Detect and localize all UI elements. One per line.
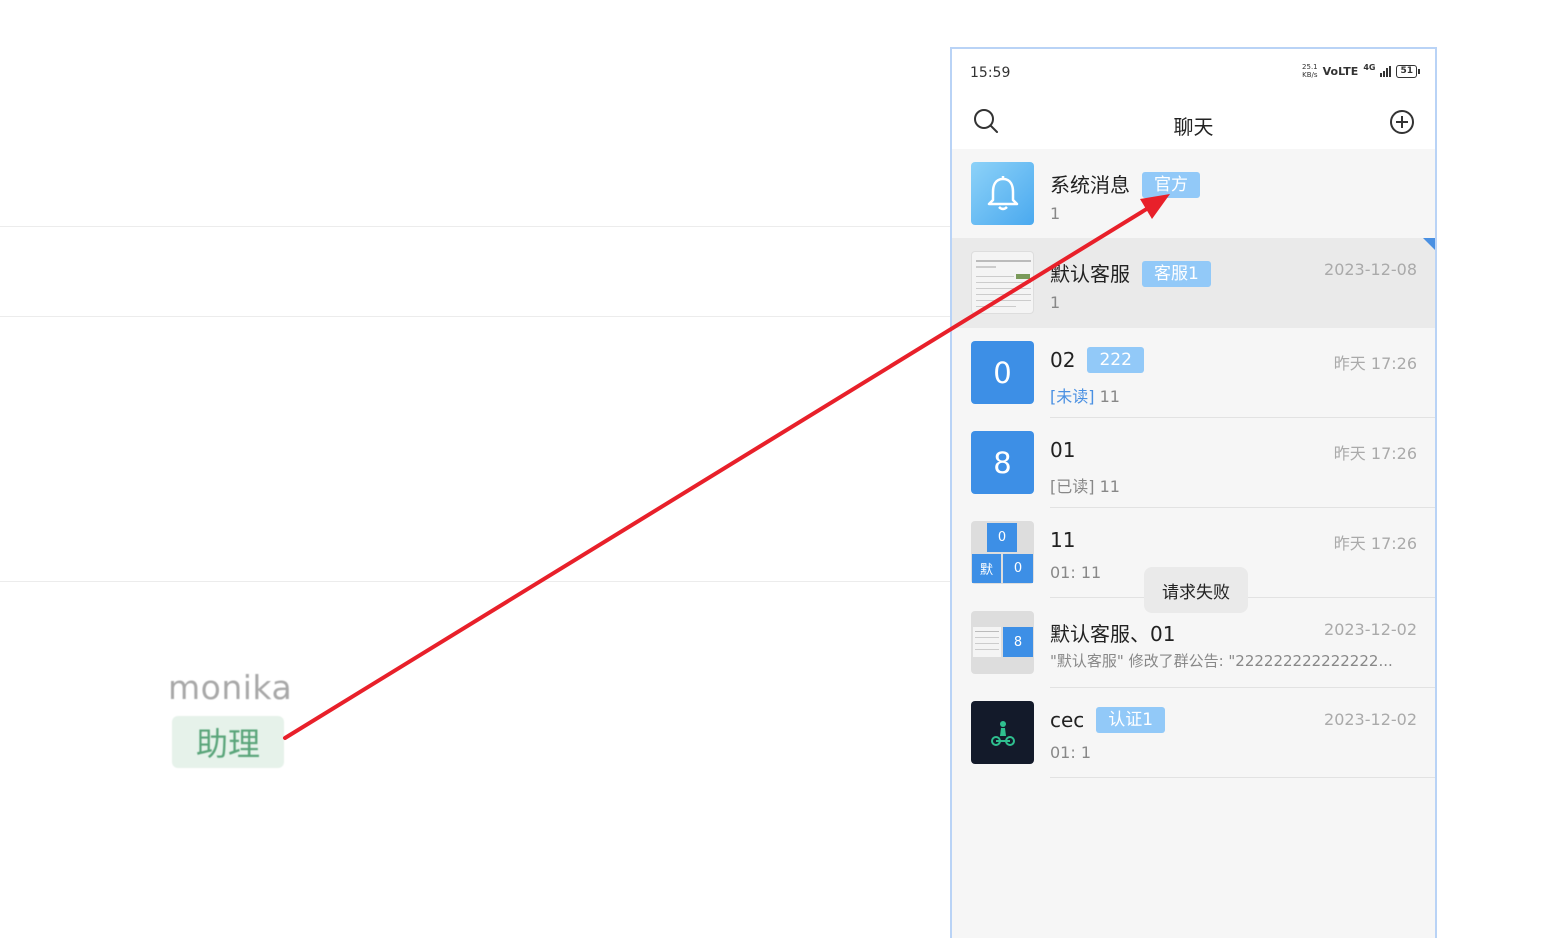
signal-icon (1380, 65, 1392, 77)
chat-tag: 认证1 (1096, 706, 1166, 733)
chat-preview: 1 (1050, 204, 1061, 223)
screenshot-thumbnail-icon (976, 260, 1031, 307)
divider-line (1050, 777, 1435, 778)
scooter-rider-icon (990, 720, 1015, 746)
avatar: 8 (971, 431, 1034, 494)
avatar (971, 251, 1034, 314)
chat-name: 01 (1050, 438, 1075, 462)
chat-tag: 官方 (1142, 171, 1200, 198)
plus-circle-icon[interactable] (1387, 107, 1417, 137)
nav-bar: 聊天 (952, 95, 1435, 149)
group-avatar: 8 (971, 611, 1034, 674)
chat-preview: [已读] 11 (1050, 473, 1120, 497)
avatar-cell: 0 (1003, 554, 1033, 583)
group-avatar: 0 默 0 (971, 521, 1034, 584)
avatar-cell: 8 (1003, 627, 1033, 657)
preview-text: 11 (1099, 477, 1120, 496)
chat-time: 昨天 17:26 (1333, 354, 1417, 373)
chat-name-text: 11 (1050, 528, 1076, 552)
chat-name-text: 02 (1050, 348, 1076, 372)
divider-line (0, 581, 950, 582)
volte-label: VoLTE (1322, 64, 1359, 78)
read-status: [已读] (1050, 477, 1095, 496)
phone-screen: 15:59 25.1 KB/s VoLTE 4G 51 聊天 系统消息 官方 1… (950, 47, 1437, 938)
chat-name: 系统消息 官方 (1050, 169, 1200, 200)
chat-item-system[interactable]: 系统消息 官方 1 (952, 149, 1435, 239)
chat-item-01[interactable]: 8 01 [已读] 11 昨天 17:26 (952, 418, 1435, 508)
chat-time: 2023-12-02 (1324, 620, 1417, 639)
chat-preview: 01: 11 (1050, 563, 1102, 582)
chat-name: 11 (1050, 528, 1075, 552)
chat-name-text: 默认客服 (1050, 262, 1130, 286)
avatar-cell: 0 (987, 523, 1017, 552)
read-status: [未读] (1050, 387, 1095, 406)
battery-icon: 51 (1396, 64, 1420, 78)
chat-name: 默认客服 客服1 (1050, 258, 1211, 289)
chat-preview: [未读] 11 (1050, 383, 1120, 407)
page-title: 聊天 (1173, 115, 1214, 139)
chat-preview: "默认客服" 修改了群公告: "222222222222222... (1050, 652, 1393, 670)
chat-time: 2023-12-08 (1324, 260, 1417, 279)
chat-item-cec[interactable]: cec 认证1 01: 1 2023-12-02 (952, 688, 1435, 778)
chat-name-text: cec (1050, 708, 1085, 732)
role-tag: 助理 (172, 716, 284, 768)
chat-time: 昨天 17:26 (1333, 444, 1417, 463)
error-toast: 请求失败 (1144, 567, 1248, 613)
avatar-cell: 默 (972, 554, 1001, 583)
chat-name: 默认客服、01 (1050, 618, 1175, 647)
network-speed: 25.1 KB/s (1302, 63, 1318, 79)
chat-time: 昨天 17:26 (1333, 534, 1417, 553)
status-time: 15:59 (970, 65, 1011, 81)
bell-icon (987, 175, 1018, 210)
chat-item-default-service[interactable]: 默认客服 客服1 1 2023-12-08 (952, 238, 1435, 328)
speed-value: 25.1 (1302, 63, 1318, 71)
speed-unit: KB/s (1302, 71, 1318, 79)
chat-name: cec 认证1 (1050, 706, 1166, 735)
divider-line (0, 226, 950, 227)
chat-item-02[interactable]: 0 02 222 [未读] 11 昨天 17:26 (952, 328, 1435, 418)
chat-name-text: 系统消息 (1050, 173, 1130, 197)
screenshot-thumbnail-icon (973, 627, 1001, 657)
pinned-corner-icon (1423, 238, 1435, 250)
chat-name-text: 默认客服、01 (1050, 622, 1176, 646)
chat-preview: 1 (1050, 293, 1061, 312)
status-bar: 15:59 25.1 KB/s VoLTE 4G 51 (952, 49, 1435, 95)
chat-preview: 01: 1 (1050, 743, 1092, 762)
chat-tag: 客服1 (1142, 260, 1211, 287)
divider-line (0, 316, 950, 317)
chat-time: 2023-12-02 (1324, 710, 1417, 729)
status-indicators: 25.1 KB/s VoLTE 4G 51 (1302, 62, 1420, 79)
chat-name: 02 222 (1050, 346, 1144, 375)
avatar (971, 701, 1034, 764)
user-name: monika (168, 668, 293, 707)
avatar (971, 162, 1034, 225)
avatar: 0 (971, 341, 1034, 404)
network-type: 4G (1363, 62, 1376, 72)
chat-tag: 222 (1087, 346, 1144, 373)
chat-name-text: 01 (1050, 438, 1076, 462)
preview-text: 11 (1099, 387, 1120, 406)
